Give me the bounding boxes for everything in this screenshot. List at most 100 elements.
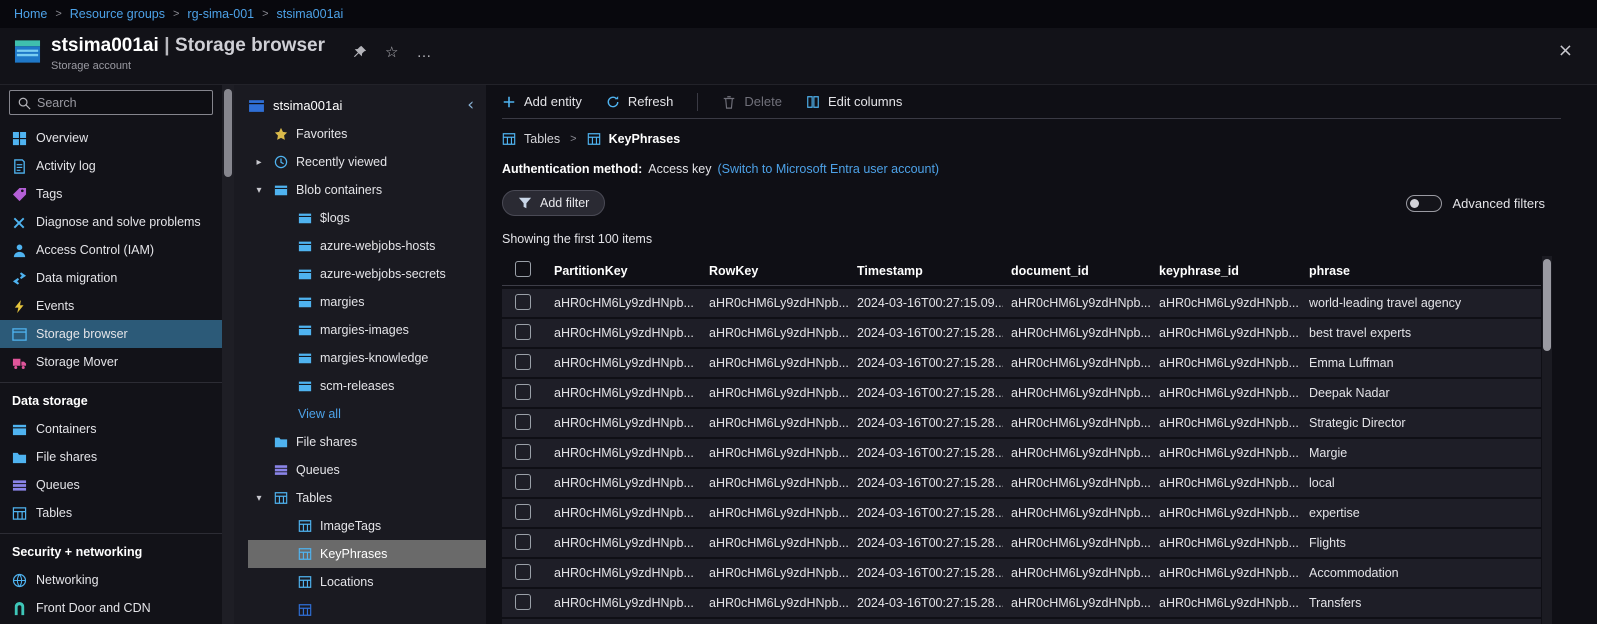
column-header-rowkey[interactable]: RowKey: [701, 264, 849, 278]
table-row[interactable]: aHR0cHM6Ly9zdHNpb... aHR0cHM6Ly9zdHNpb..…: [502, 439, 1541, 467]
sidebar-item-data-migration[interactable]: Data migration: [0, 264, 222, 292]
sidebar-scrollbar[interactable]: [222, 85, 234, 624]
sidebar-item-access-control[interactable]: Access Control (IAM): [0, 236, 222, 264]
chevron-down-icon[interactable]: ▾: [252, 185, 266, 196]
row-checkbox[interactable]: [515, 353, 531, 370]
cell-rowkey: aHR0cHM6Ly9zdHNpb...: [709, 596, 849, 610]
table-scrollbar[interactable]: [1542, 256, 1552, 624]
tree-item-table-selected[interactable]: KeyPhrases: [248, 540, 486, 568]
table-row[interactable]: aHR0cHM6Ly9zdHNpb... aHR0cHM6Ly9zdHNpb..…: [502, 319, 1541, 347]
table-row[interactable]: aHR0cHM6Ly9zdHNpb... aHR0cHM6Ly9zdHNpb..…: [502, 289, 1541, 317]
collapse-panel-icon[interactable]: ‹: [467, 96, 474, 114]
pin-icon[interactable]: [353, 45, 367, 59]
tree-item-container[interactable]: azure-webjobs-secrets: [234, 260, 486, 288]
breadcrumb-home[interactable]: Home: [14, 7, 47, 21]
tree-item-container[interactable]: scm-releases: [234, 372, 486, 400]
tree-item-table[interactable]: Locations: [234, 568, 486, 596]
search-input[interactable]: [37, 95, 205, 110]
sidebar-item-diagnose[interactable]: Diagnose and solve problems: [0, 208, 222, 236]
column-header-keyphrase-id[interactable]: keyphrase_id: [1151, 264, 1301, 278]
sidebar-item-storage-mover[interactable]: Storage Mover: [0, 348, 222, 376]
edit-columns-button[interactable]: Edit columns: [806, 94, 902, 109]
tree-item-favorites[interactable]: Favorites: [234, 120, 486, 148]
table-row[interactable]: aHR0cHM6Ly9zdHNpb... aHR0cHM6Ly9zdHNpb..…: [502, 559, 1541, 587]
tree-item-container[interactable]: margies-images: [234, 316, 486, 344]
cell-timestamp: 2024-03-16T00:27:15.28...: [857, 326, 1003, 340]
table-row[interactable]: [502, 619, 1541, 624]
sidebar-item-networking[interactable]: Networking: [0, 566, 222, 594]
column-header-partitionkey[interactable]: PartitionKey: [546, 264, 701, 278]
sidebar-item-file-shares[interactable]: File shares: [0, 443, 222, 471]
add-filter-button[interactable]: Add filter: [502, 190, 606, 216]
table-row[interactable]: aHR0cHM6Ly9zdHNpb... aHR0cHM6Ly9zdHNpb..…: [502, 469, 1541, 497]
favorites-icon: [274, 127, 288, 141]
row-checkbox[interactable]: [515, 293, 531, 310]
sidebar-scrollbar-thumb[interactable]: [224, 89, 232, 177]
advanced-filters-toggle[interactable]: [1405, 194, 1442, 212]
sidebar-item-tags[interactable]: Tags: [0, 180, 222, 208]
table-row[interactable]: aHR0cHM6Ly9zdHNpb... aHR0cHM6Ly9zdHNpb..…: [502, 589, 1541, 617]
row-checkbox[interactable]: [515, 563, 531, 580]
tree-item-tables[interactable]: ▾ Tables: [234, 484, 486, 512]
column-header-timestamp[interactable]: Timestamp: [849, 264, 1003, 278]
table-row[interactable]: aHR0cHM6Ly9zdHNpb... aHR0cHM6Ly9zdHNpb..…: [502, 499, 1541, 527]
add-entity-button[interactable]: Add entity: [502, 94, 582, 109]
sidebar-item-activity-log[interactable]: Activity log: [0, 152, 222, 180]
breadcrumb-storage-account[interactable]: stsima001ai: [277, 7, 344, 21]
tree-item-container[interactable]: margies: [234, 288, 486, 316]
breadcrumb-resource-group[interactable]: rg-sima-001: [187, 7, 254, 21]
tree-item-queues[interactable]: Queues: [234, 456, 486, 484]
sidebar-item-events[interactable]: Events: [0, 292, 222, 320]
select-all-checkbox[interactable]: [515, 261, 531, 277]
table-row[interactable]: aHR0cHM6Ly9zdHNpb... aHR0cHM6Ly9zdHNpb..…: [502, 529, 1541, 557]
tree-item-container[interactable]: margies-knowledge: [234, 344, 486, 372]
breadcrumb-resource-groups[interactable]: Resource groups: [70, 7, 165, 21]
table-scrollbar-thumb[interactable]: [1543, 259, 1551, 351]
row-checkbox[interactable]: [515, 323, 531, 340]
row-checkbox[interactable]: [515, 533, 531, 550]
tree-item-partial[interactable]: [234, 596, 486, 624]
tree-item-blob-containers[interactable]: ▾ Blob containers: [234, 176, 486, 204]
sidebar-item-queues[interactable]: Queues: [0, 471, 222, 499]
column-header-phrase[interactable]: phrase: [1301, 264, 1541, 278]
tree-item-table[interactable]: ImageTags: [234, 512, 486, 540]
row-checkbox[interactable]: [515, 593, 531, 610]
tree-item-file-shares[interactable]: File shares: [234, 428, 486, 456]
sidebar-item-label: Activity log: [36, 159, 96, 173]
breadcrumb-tables[interactable]: Tables: [524, 132, 560, 146]
chevron-right-icon[interactable]: ▸: [252, 157, 266, 168]
cell-keyphrase-id: aHR0cHM6Ly9zdHNpb...: [1159, 506, 1299, 520]
table-row[interactable]: aHR0cHM6Ly9zdHNpb... aHR0cHM6Ly9zdHNpb..…: [502, 379, 1541, 407]
filter-icon: [518, 196, 532, 210]
row-checkbox[interactable]: [515, 473, 531, 490]
resource-menu-search[interactable]: [9, 90, 213, 115]
tree-item-label: KeyPhrases: [320, 547, 388, 561]
sidebar-item-storage-browser[interactable]: Storage browser: [0, 320, 222, 348]
table-row[interactable]: aHR0cHM6Ly9zdHNpb... aHR0cHM6Ly9zdHNpb..…: [502, 349, 1541, 377]
tree-item-container[interactable]: azure-webjobs-hosts: [234, 232, 486, 260]
more-options-icon[interactable]: …: [416, 44, 432, 61]
table-header-row: PartitionKey RowKey Timestamp document_i…: [502, 256, 1541, 286]
delete-button[interactable]: Delete: [722, 94, 782, 109]
view-all-link[interactable]: View all: [298, 407, 341, 421]
auth-switch-link[interactable]: (Switch to Microsoft Entra user account): [717, 162, 939, 176]
tree-root[interactable]: stsima001ai ‹: [234, 90, 486, 120]
sidebar-item-overview[interactable]: Overview: [0, 124, 222, 152]
row-checkbox[interactable]: [515, 503, 531, 520]
chevron-down-icon[interactable]: ▾: [252, 493, 266, 504]
refresh-button[interactable]: Refresh: [606, 94, 673, 109]
table-row[interactable]: aHR0cHM6Ly9zdHNpb... aHR0cHM6Ly9zdHNpb..…: [502, 409, 1541, 437]
queues-icon: [274, 463, 288, 477]
tree-item-view-all[interactable]: View all: [234, 400, 486, 428]
tree-item-container[interactable]: $logs: [234, 204, 486, 232]
sidebar-item-front-door[interactable]: Front Door and CDN: [0, 594, 222, 622]
sidebar-item-containers[interactable]: Containers: [0, 415, 222, 443]
row-checkbox[interactable]: [515, 413, 531, 430]
tree-item-recently-viewed[interactable]: ▸ Recently viewed: [234, 148, 486, 176]
favorite-star-icon[interactable]: ☆: [385, 43, 398, 61]
close-icon[interactable]: ×: [1558, 40, 1573, 61]
row-checkbox[interactable]: [515, 443, 531, 460]
sidebar-item-tables[interactable]: Tables: [0, 499, 222, 527]
row-checkbox[interactable]: [515, 383, 531, 400]
column-header-document-id[interactable]: document_id: [1003, 264, 1151, 278]
